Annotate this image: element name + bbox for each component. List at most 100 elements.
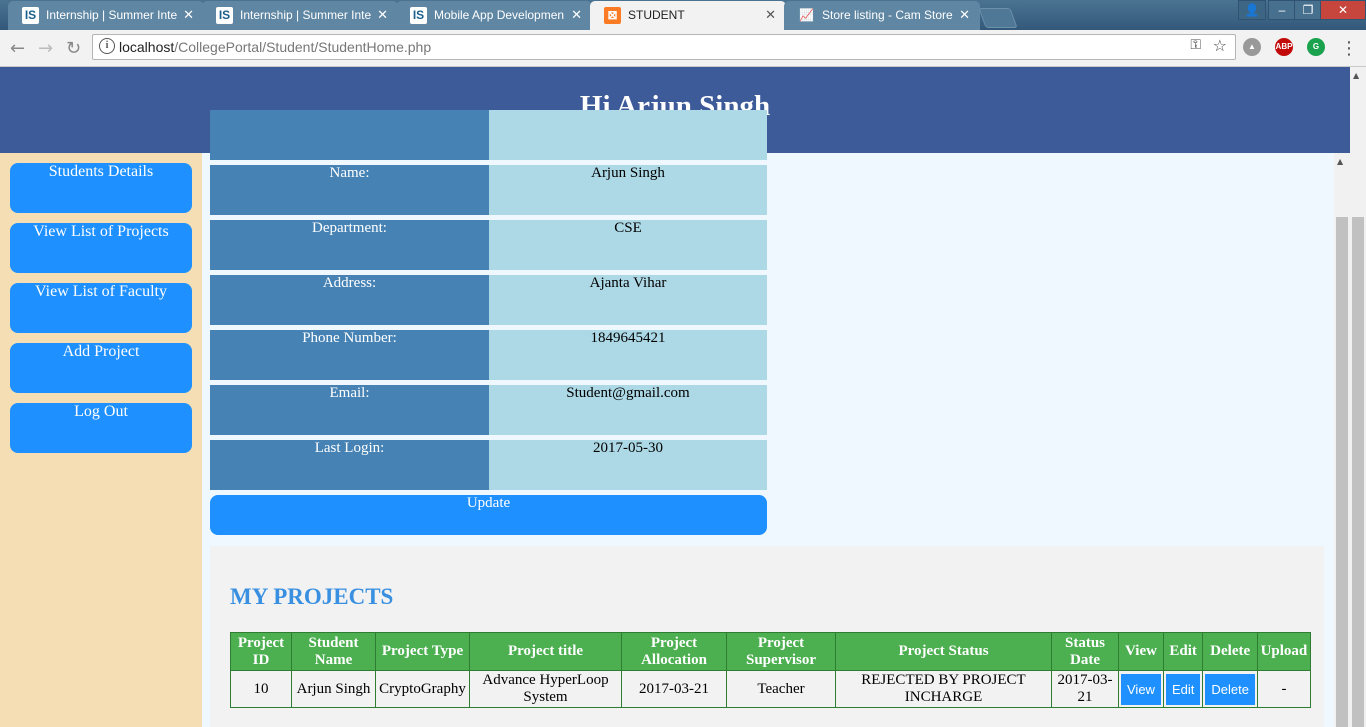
sidebar-item-view-projects[interactable]: View List of Projects — [10, 223, 192, 273]
table-row: 10 Arjun Singh CryptoGraphy Advance Hype… — [230, 670, 1311, 708]
column-header: Student Name — [291, 632, 376, 671]
column-header: Project title — [469, 632, 622, 671]
column-header: Project Type — [375, 632, 470, 671]
details-value: CSE — [489, 220, 767, 270]
sidebar-item-students-details[interactable]: Students Details — [10, 163, 192, 213]
details-row: Address: Ajanta Vihar — [210, 275, 767, 325]
site-favicon-icon: IS — [410, 7, 427, 24]
bookmark-star-icon[interactable]: ☆ — [1213, 36, 1227, 55]
details-value: Student@gmail.com — [489, 385, 767, 435]
sidebar: Students Details View List of Projects V… — [0, 153, 202, 727]
details-value: Ajanta Vihar — [489, 275, 767, 325]
adblock-icon[interactable]: ABP — [1275, 38, 1293, 56]
details-row: Last Login: 2017-05-30 — [210, 440, 767, 490]
site-favicon-icon: IS — [216, 7, 233, 24]
browser-toolbar: ← → ↻ i localhost/CollegePortal/Student/… — [0, 30, 1366, 67]
details-value: 2017-05-30 — [489, 440, 767, 490]
site-favicon-icon: IS — [22, 7, 39, 24]
view-button[interactable]: View — [1121, 673, 1161, 705]
scrollbar-thumb[interactable] — [1336, 217, 1348, 727]
tab-title: Store listing - Cam Store — [822, 8, 953, 22]
browser-tab[interactable]: IS Internship | Summer Inte ✕ — [8, 1, 204, 30]
projects-table: Project ID Student Name Project Type Pro… — [230, 632, 1311, 708]
column-header: Edit — [1162, 632, 1204, 671]
cell-delete: Delete — [1202, 670, 1258, 708]
cell-edit: Edit — [1162, 670, 1204, 708]
window-close-button[interactable]: ✕ — [1320, 0, 1366, 20]
key-icon[interactable]: ⚿ — [1190, 37, 1201, 53]
tab-title: Internship | Summer Inte — [46, 8, 178, 22]
forward-arrow-icon[interactable]: → — [38, 38, 53, 59]
browser-tab-active[interactable]: ⊠ STUDENT ✕ — [590, 1, 786, 30]
delete-button[interactable]: Delete — [1205, 673, 1255, 705]
minimize-button[interactable]: – — [1268, 0, 1296, 20]
details-row: Name: Arjun Singh — [210, 165, 767, 215]
cell-project-id: 10 — [230, 670, 292, 708]
tab-title: Internship | Summer Inte — [240, 8, 372, 22]
my-projects-section: MY PROJECTS Project ID Student Name Proj… — [210, 546, 1324, 727]
scroll-up-arrow-icon[interactable]: ▲ — [1353, 71, 1359, 80]
close-tab-icon[interactable]: ✕ — [765, 1, 776, 29]
details-label: Phone Number: — [210, 330, 489, 380]
details-label: Name: — [210, 165, 489, 215]
scrollbar-thumb[interactable] — [1352, 217, 1364, 727]
info-icon[interactable]: i — [99, 38, 115, 54]
details-row: Phone Number: 1849645421 — [210, 330, 767, 380]
browser-tab[interactable]: IS Mobile App Developmen ✕ — [396, 1, 592, 30]
menu-icon[interactable]: ⋮ — [1340, 38, 1358, 59]
details-row: Department: CSE — [210, 220, 767, 270]
sidebar-item-view-faculty[interactable]: View List of Faculty — [10, 283, 192, 333]
browser-tab[interactable]: IS Internship | Summer Inte ✕ — [202, 1, 398, 30]
details-row: Email: Student@gmail.com — [210, 385, 767, 435]
details-label: Last Login: — [210, 440, 489, 490]
cell-supervisor: Teacher — [726, 670, 836, 708]
close-tab-icon[interactable]: ✕ — [377, 1, 388, 29]
column-header: Project ID — [230, 632, 292, 671]
cell-view: View — [1118, 670, 1164, 708]
cell-student-name: Arjun Singh — [291, 670, 376, 708]
inner-scrollbar[interactable]: ▲ — [1334, 153, 1350, 727]
column-header: View — [1118, 632, 1164, 671]
tab-title: Mobile App Developmen — [434, 8, 565, 22]
sidebar-item-log-out[interactable]: Log Out — [10, 403, 192, 453]
section-title: MY PROJECTS — [230, 584, 394, 609]
sidebar-item-add-project[interactable]: Add Project — [10, 343, 192, 393]
profile-icon[interactable]: 👤 — [1238, 0, 1266, 20]
back-arrow-icon[interactable]: ← — [10, 38, 25, 59]
browser-tab[interactable]: 📈 Store listing - Cam Store ✕ — [784, 1, 980, 30]
table-header-row: Project ID Student Name Project Type Pro… — [230, 632, 1311, 671]
cell-status-date: 2017-03-21 — [1051, 670, 1119, 708]
edit-button[interactable]: Edit — [1165, 673, 1201, 705]
tab-title: STUDENT — [628, 8, 685, 22]
browser-tab-strip: IS Internship | Summer Inte ✕ IS Interns… — [0, 0, 1366, 30]
address-bar[interactable]: i localhost/CollegePortal/Student/Studen… — [92, 34, 1236, 60]
grammarly-icon[interactable]: G — [1307, 38, 1325, 56]
reload-icon[interactable]: ↻ — [66, 38, 81, 59]
column-header: Project Supervisor — [726, 632, 836, 671]
details-label: Address: — [210, 275, 489, 325]
cell-status: REJECTED BY PROJECT INCHARGE — [835, 670, 1052, 708]
details-row-cut-off — [210, 110, 767, 160]
close-tab-icon[interactable]: ✕ — [183, 1, 194, 29]
url-text: localhost/CollegePortal/Student/StudentH… — [119, 39, 432, 55]
cell-project-title: Advance HyperLoop System — [469, 670, 622, 708]
column-header: Project Allocation — [621, 632, 727, 671]
drive-icon[interactable]: ▲ — [1243, 38, 1261, 56]
cell-upload: - — [1256, 670, 1311, 708]
update-button[interactable]: Update — [210, 495, 767, 535]
chart-icon: 📈 — [799, 8, 814, 22]
column-header: Upload — [1256, 632, 1311, 671]
details-value: 1849645421 — [489, 330, 767, 380]
maximize-button[interactable]: ❐ — [1294, 0, 1322, 20]
cell-project-type: CryptoGraphy — [375, 670, 470, 708]
scroll-up-arrow-icon[interactable]: ▲ — [1337, 157, 1343, 166]
page-scrollbar[interactable]: ▲ — [1350, 67, 1366, 727]
details-value: Arjun Singh — [489, 165, 767, 215]
close-tab-icon[interactable]: ✕ — [571, 1, 582, 29]
new-tab-button[interactable] — [978, 8, 1018, 28]
details-label: Department: — [210, 220, 489, 270]
cell-allocation: 2017-03-21 — [621, 670, 727, 708]
details-label: Email: — [210, 385, 489, 435]
close-tab-icon[interactable]: ✕ — [959, 1, 970, 29]
column-header: Project Status — [835, 632, 1052, 671]
